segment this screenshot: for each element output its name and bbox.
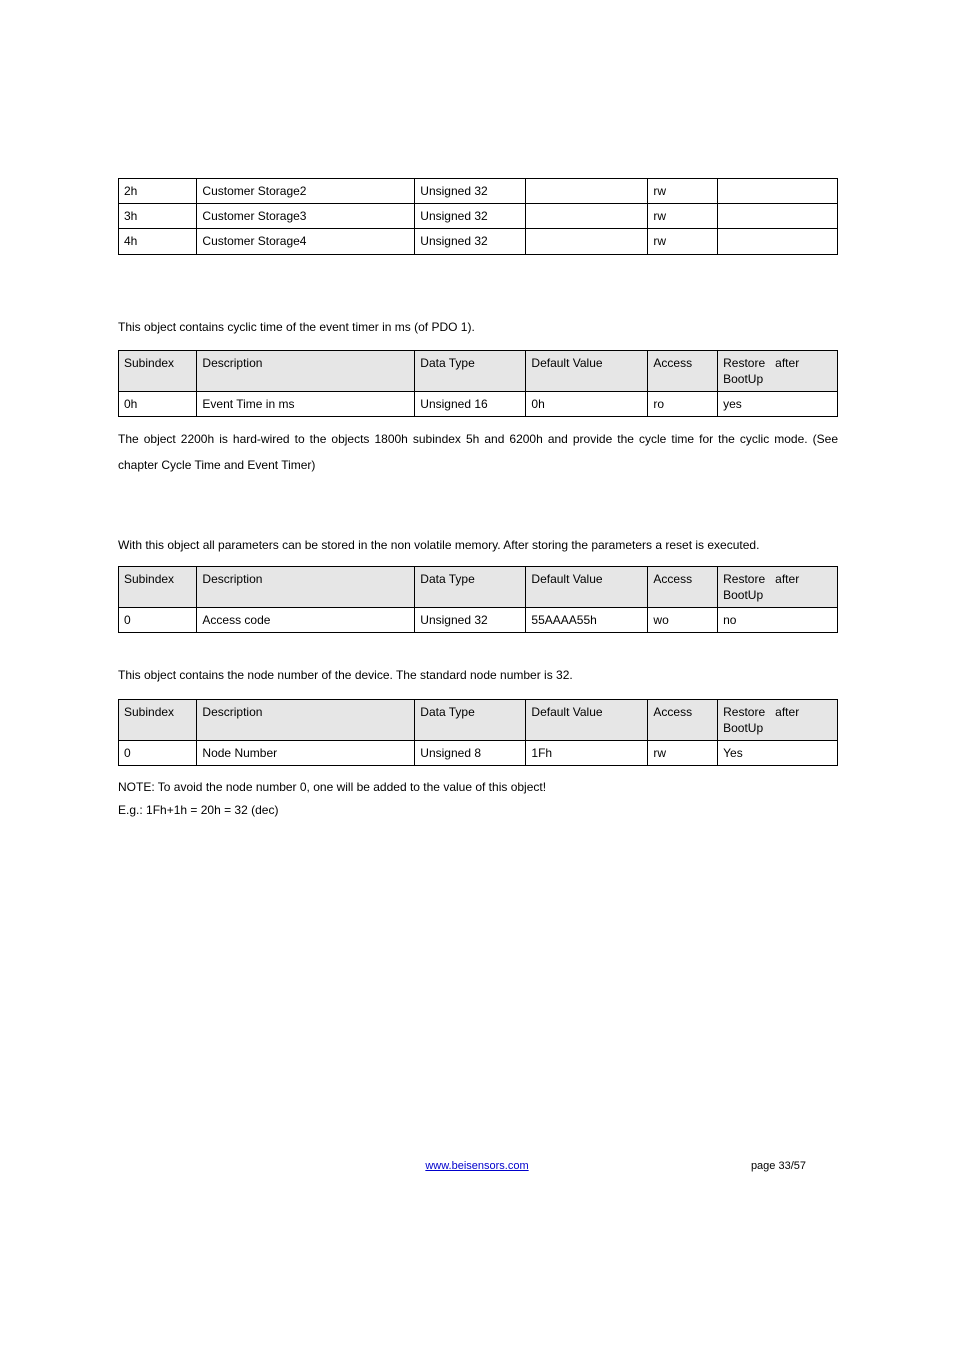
table-row: 0 Node Number Unsigned 8 1Fh rw Yes [119,741,838,766]
cell-access: ro [648,392,718,417]
col-access: Access [648,699,718,740]
col-datatype: Data Type [415,350,526,391]
cell-description: Customer Storage2 [197,179,415,204]
cell-restore [718,204,838,229]
text: Restore [723,705,765,719]
col-datatype: Data Type [415,699,526,740]
text: Restore [723,356,765,370]
col-description: Description [197,350,415,391]
col-restore: Restore after BootUp [718,699,838,740]
paragraph-hardwired: The object 2200h is hard-wired to the ob… [118,427,838,477]
table-node-number: Subindex Description Data Type Default V… [118,699,838,767]
cell-access: wo [648,608,718,633]
table-header-row: Subindex Description Data Type Default V… [119,566,838,607]
cell-datatype: Unsigned 32 [415,229,526,254]
table-header-row: Subindex Description Data Type Default V… [119,350,838,391]
cell-default [526,179,648,204]
paragraph-cyclic-time: This object contains cyclic time of the … [118,315,838,340]
table-row: 0h Event Time in ms Unsigned 16 0h ro ye… [119,392,838,417]
col-access: Access [648,566,718,607]
paragraph-store-params: With this object all parameters can be s… [118,533,838,558]
cell-default: 1Fh [526,741,648,766]
col-restore: Restore after BootUp [718,566,838,607]
cell-default: 55AAAA55h [526,608,648,633]
text: after [775,572,799,586]
cell-subindex: 0h [119,392,197,417]
col-default: Default Value [526,350,648,391]
cell-description: Customer Storage4 [197,229,415,254]
cell-description: Node Number [197,741,415,766]
col-default: Default Value [526,566,648,607]
text: BootUp [723,372,763,386]
cell-restore [718,179,838,204]
col-description: Description [197,699,415,740]
col-datatype: Data Type [415,566,526,607]
cell-restore: yes [718,392,838,417]
cell-description: Access code [197,608,415,633]
text: Restore [723,572,765,586]
cell-datatype: Unsigned 16 [415,392,526,417]
cell-description: Event Time in ms [197,392,415,417]
footer-page-number: page 33/57 [751,1160,806,1172]
cell-datatype: Unsigned 32 [415,179,526,204]
cell-subindex: 0 [119,608,197,633]
cell-restore: Yes [718,741,838,766]
cell-default [526,204,648,229]
col-description: Description [197,566,415,607]
text: BootUp [723,721,763,735]
cell-datatype: Unsigned 8 [415,741,526,766]
col-subindex: Subindex [119,350,197,391]
footer-link[interactable]: www.beisensors.com [425,1160,528,1172]
cell-description: Customer Storage3 [197,204,415,229]
table-row: 2h Customer Storage2 Unsigned 32 rw [119,179,838,204]
note-line-1: NOTE: To avoid the node number 0, one wi… [118,780,546,794]
col-default: Default Value [526,699,648,740]
note-block: NOTE: To avoid the node number 0, one wi… [118,776,838,822]
cell-subindex: 4h [119,229,197,254]
cell-datatype: Unsigned 32 [415,608,526,633]
table-row: 0 Access code Unsigned 32 55AAAA55h wo n… [119,608,838,633]
col-access: Access [648,350,718,391]
text: BootUp [723,588,763,602]
cell-subindex: 0 [119,741,197,766]
table-row: 4h Customer Storage4 Unsigned 32 rw [119,229,838,254]
cell-default: 0h [526,392,648,417]
col-subindex: Subindex [119,699,197,740]
col-subindex: Subindex [119,566,197,607]
cell-subindex: 3h [119,204,197,229]
cell-subindex: 2h [119,179,197,204]
cell-default [526,229,648,254]
note-line-2: E.g.: 1Fh+1h = 20h = 32 (dec) [118,803,278,817]
text: after [775,705,799,719]
table-customer-storage: 2h Customer Storage2 Unsigned 32 rw 3h C… [118,178,838,255]
cell-access: rw [648,741,718,766]
cell-access: rw [648,229,718,254]
cell-access: rw [648,179,718,204]
cell-restore [718,229,838,254]
cell-access: rw [648,204,718,229]
table-row: 3h Customer Storage3 Unsigned 32 rw [119,204,838,229]
table-header-row: Subindex Description Data Type Default V… [119,699,838,740]
page: 2h Customer Storage2 Unsigned 32 rw 3h C… [0,0,954,1350]
paragraph-node-number: This object contains the node number of … [118,663,838,688]
table-event-time: Subindex Description Data Type Default V… [118,350,838,418]
table-access-code: Subindex Description Data Type Default V… [118,566,838,634]
cell-restore: no [718,608,838,633]
cell-datatype: Unsigned 32 [415,204,526,229]
text: after [775,356,799,370]
col-restore: Restore after BootUp [718,350,838,391]
